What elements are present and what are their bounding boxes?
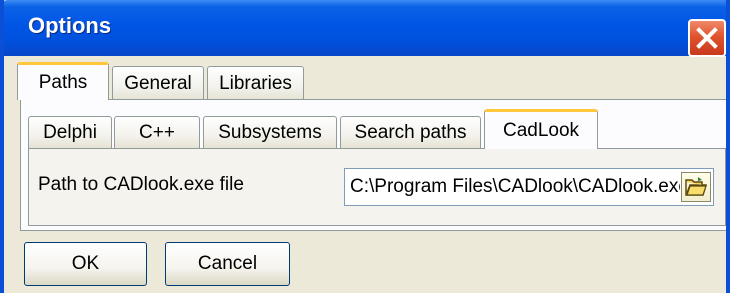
tab-delphi[interactable]: Delphi — [28, 116, 112, 148]
cadlook-path-field[interactable]: C:\Program Files\CADlook\CADlook.exe — [344, 168, 714, 206]
ok-button[interactable]: OK — [24, 242, 147, 286]
tab-libraries-label: Libraries — [219, 72, 292, 94]
tab-search-paths-label: Search paths — [354, 121, 467, 143]
cadlook-path-input[interactable]: C:\Program Files\CADlook\CADlook.exe — [350, 176, 680, 198]
options-dialog: Options Paths General Libraries Delphi C… — [0, 0, 730, 293]
tab-delphi-label: Delphi — [43, 121, 97, 143]
path-label: Path to CADlook.exe file — [38, 174, 244, 195]
tab-cpp-label: C++ — [139, 121, 175, 143]
close-icon — [696, 27, 718, 49]
cancel-button-label: Cancel — [197, 253, 258, 274]
window-title: Options — [28, 13, 112, 38]
folder-open-icon — [685, 177, 708, 196]
tab-paths-label: Paths — [38, 71, 88, 93]
cancel-button[interactable]: Cancel — [165, 242, 290, 286]
tab-search-paths[interactable]: Search paths — [340, 116, 481, 148]
browse-button[interactable] — [681, 172, 711, 202]
close-button[interactable] — [688, 19, 726, 57]
tab-subsystems[interactable]: Subsystems — [203, 116, 337, 148]
tab-paths[interactable]: Paths — [17, 62, 109, 100]
tab-cpp[interactable]: C++ — [114, 116, 200, 148]
ok-button-label: OK — [71, 253, 100, 274]
tab-libraries[interactable]: Libraries — [207, 66, 304, 100]
title-bar[interactable]: Options — [4, 0, 726, 57]
tab-general-label: General — [124, 72, 192, 94]
tab-general[interactable]: General — [112, 66, 204, 100]
tab-cadlook-label: CadLook — [502, 119, 580, 141]
tab-subsystems-label: Subsystems — [218, 121, 322, 143]
tab-cadlook[interactable]: CadLook — [484, 109, 598, 149]
